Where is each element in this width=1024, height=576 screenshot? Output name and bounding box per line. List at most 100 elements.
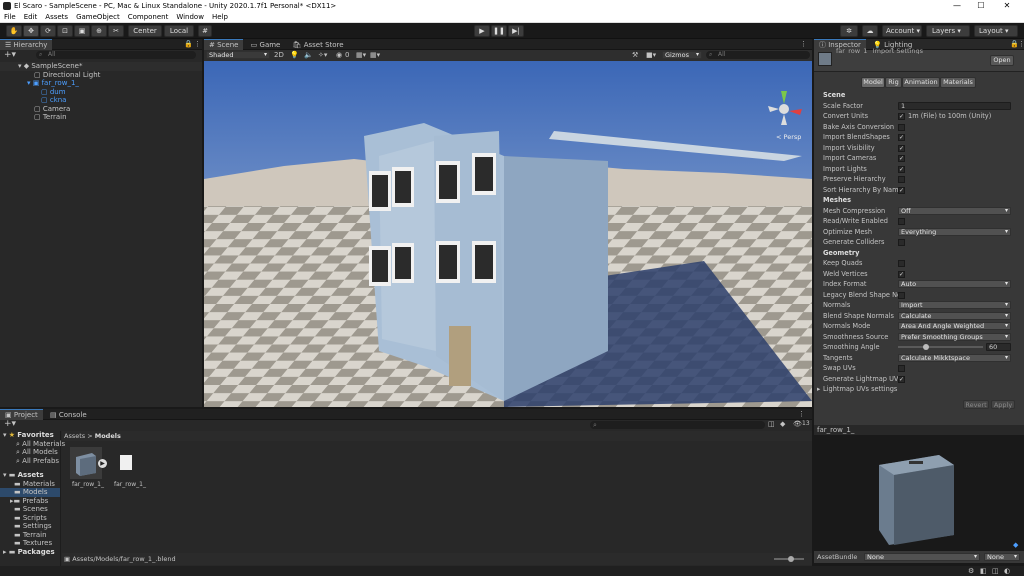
setting-dropdown[interactable]: Area And Angle Weighted [898, 322, 1011, 330]
setting-dropdown[interactable]: Calculate Mikktspace [898, 353, 1011, 362]
model-preview[interactable] [869, 445, 969, 555]
checkbox-checked[interactable]: ✓ [898, 375, 905, 383]
favorite-all-materials[interactable]: ⌕ All Materials [0, 440, 65, 449]
favorite-all-prefabs[interactable]: ⌕ All Prefabs [0, 457, 60, 466]
rect-tool-icon[interactable]: ▣ [74, 25, 90, 37]
menu-help[interactable]: Help [208, 12, 232, 22]
setting-blend-shape-normals[interactable]: Blend Shape Normals Calculate [814, 311, 1012, 321]
tree-item-ckna[interactable]: ▢ ckna [0, 96, 202, 105]
open-button[interactable]: Open [990, 55, 1014, 66]
grid-snap-icon[interactable]: # [198, 25, 212, 37]
play-button[interactable]: ▶ [474, 25, 490, 37]
tree-item-directional-light[interactable]: ▢ Directional Light [0, 71, 202, 80]
cloud-icon[interactable]: ☁ [862, 25, 878, 37]
apply-button[interactable]: Apply [991, 400, 1015, 409]
foldout-arrow-icon[interactable]: ▸ [817, 384, 820, 394]
folder-scenes[interactable]: ▬ Scenes [0, 505, 60, 514]
setting-swap-uvs[interactable]: Swap UVs [814, 363, 1012, 373]
grid-toggle-icon[interactable]: ▦▾ [370, 51, 380, 59]
assets-root[interactable]: ▾ ▬ Assets [0, 471, 60, 480]
layout-dropdown[interactable]: Layout ▾ [974, 25, 1018, 37]
more-menu-icon[interactable]: ⋮ [800, 40, 807, 48]
rotate-tool-icon[interactable]: ⟳ [40, 25, 56, 37]
effects-toggle-icon[interactable]: ✧▾ [318, 51, 327, 59]
lock-icon[interactable]: 🔒 [184, 40, 193, 48]
more-menu-icon[interactable]: ⋮ [194, 40, 201, 48]
subtab-animation[interactable]: Animation [902, 77, 940, 88]
checkbox-checked[interactable]: ✓ [898, 113, 905, 120]
2d-toggle[interactable]: 2D [274, 51, 284, 59]
revert-button[interactable]: Revert [963, 400, 989, 409]
setting-sort-hierarchy-by-name[interactable]: Sort Hierarchy By Name ✓ [814, 185, 1012, 195]
hidden-packages-icon[interactable]: 👁 [793, 420, 802, 428]
setting-bake-axis-conversion[interactable]: Bake Axis Conversion [814, 122, 1012, 132]
status-icon[interactable]: ⚙ [968, 567, 974, 575]
setting-smoothness-source[interactable]: Smoothness Source Prefer Smoothing Groups [814, 332, 1012, 342]
setting-index-format[interactable]: Index Format Auto [814, 279, 1012, 289]
smoothing-angle-slider[interactable] [898, 344, 983, 350]
checkbox-unchecked[interactable] [898, 260, 905, 267]
filter-label-icon[interactable]: ◆ [780, 420, 785, 428]
setting-normals-mode[interactable]: Normals Mode Area And Angle Weighted [814, 321, 1012, 331]
scale-tool-icon[interactable]: ⊡ [57, 25, 73, 37]
breadcrumb-assets[interactable]: Assets [64, 432, 85, 440]
menu-assets[interactable]: Assets [41, 12, 72, 22]
subtab-rig[interactable]: Rig [885, 77, 902, 88]
setting-convert-units[interactable]: Convert Units ✓ 1m (File) to 100m (Unity) [814, 111, 1012, 121]
status-icon[interactable]: ◐ [1004, 567, 1010, 575]
layers-dropdown[interactable]: Layers ▾ [926, 25, 970, 37]
persp-label[interactable]: < Persp [776, 133, 801, 141]
setting-optimize-mesh[interactable]: Optimize Mesh Everything [814, 227, 1012, 237]
setting-smoothing-angle[interactable]: Smoothing Angle 60 [814, 342, 1012, 352]
checkbox-unchecked[interactable] [898, 218, 905, 225]
checkbox-checked[interactable]: ✓ [898, 155, 905, 162]
camera-settings-icon[interactable]: ■▾ [646, 51, 656, 59]
maximize-button[interactable]: ☐ [970, 0, 992, 12]
favorites-root[interactable]: ▾ ★ Favorites [0, 431, 60, 440]
setting-keep-quads[interactable]: Keep Quads [814, 258, 1012, 268]
scene-viewport[interactable]: < Persp [204, 61, 812, 407]
collab-icon[interactable]: ✲ [840, 25, 858, 37]
folder-materials[interactable]: ▬ Materials [0, 480, 60, 489]
filter-type-icon[interactable]: ◫ [768, 420, 775, 428]
pivot-local-button[interactable]: Local [164, 25, 194, 37]
label-tag-icon[interactable]: ◆ [1013, 541, 1018, 549]
folder-prefabs[interactable]: ▸▬ Prefabs [0, 497, 60, 506]
hidden-objects-icon[interactable]: ◉ [336, 51, 342, 59]
checkbox-unchecked[interactable] [898, 123, 905, 131]
setting-read-write-enabled[interactable]: Read/Write Enabled [814, 216, 1012, 226]
hierarchy-search-input[interactable]: ⌕ All [36, 51, 196, 59]
setting-dropdown[interactable]: Auto [898, 280, 1011, 288]
checkbox-checked[interactable]: ✓ [898, 134, 905, 141]
setting-import-lights[interactable]: Import Lights ✓ [814, 164, 1012, 174]
close-button[interactable]: ✕ [996, 0, 1018, 12]
scene-search-input[interactable]: ⌕ All [706, 51, 810, 59]
setting-normals[interactable]: Normals Import [814, 300, 1012, 310]
menu-file[interactable]: File [0, 12, 20, 22]
setting-mesh-compression[interactable]: Mesh Compression Off [814, 206, 1012, 216]
lighting-toggle-icon[interactable]: 💡 [290, 51, 299, 59]
checkbox-unchecked[interactable] [898, 176, 905, 183]
shading-mode-dropdown[interactable]: Shaded [206, 51, 270, 59]
checkbox-checked[interactable]: ✓ [898, 165, 905, 173]
add-icon[interactable]: +▾ [4, 50, 16, 60]
status-icon[interactable]: ◫ [992, 567, 999, 575]
checkbox-unchecked[interactable] [898, 239, 905, 246]
subtab-model[interactable]: Model [861, 77, 885, 88]
setting-import-blendshapes[interactable]: Import BlendShapes ✓ [814, 132, 1012, 142]
gizmos-dropdown[interactable]: Gizmos [662, 51, 702, 59]
expand-play-icon[interactable]: ▶ [98, 459, 107, 468]
project-search-input[interactable]: ⌕ [590, 421, 765, 429]
transform-tool-icon[interactable]: ⊕ [91, 25, 107, 37]
checkbox-unchecked[interactable] [898, 365, 905, 372]
menu-window[interactable]: Window [172, 12, 208, 22]
setting-tangents[interactable]: Tangents Calculate Mikktspace [814, 353, 1012, 363]
packages-root[interactable]: ▸ ▬ Packages [0, 548, 60, 557]
checkbox-checked[interactable]: ✓ [898, 144, 905, 152]
icon-size-slider[interactable] [774, 556, 804, 562]
tree-item-camera[interactable]: ▢ Camera [0, 105, 202, 114]
setting-preserve-hierarchy[interactable]: Preserve Hierarchy [814, 174, 1012, 184]
folder-textures[interactable]: ▬ Textures [0, 539, 60, 548]
tree-item-dum[interactable]: ▢ dum [0, 88, 202, 97]
more-menu-icon[interactable]: ⋮ [798, 410, 805, 418]
